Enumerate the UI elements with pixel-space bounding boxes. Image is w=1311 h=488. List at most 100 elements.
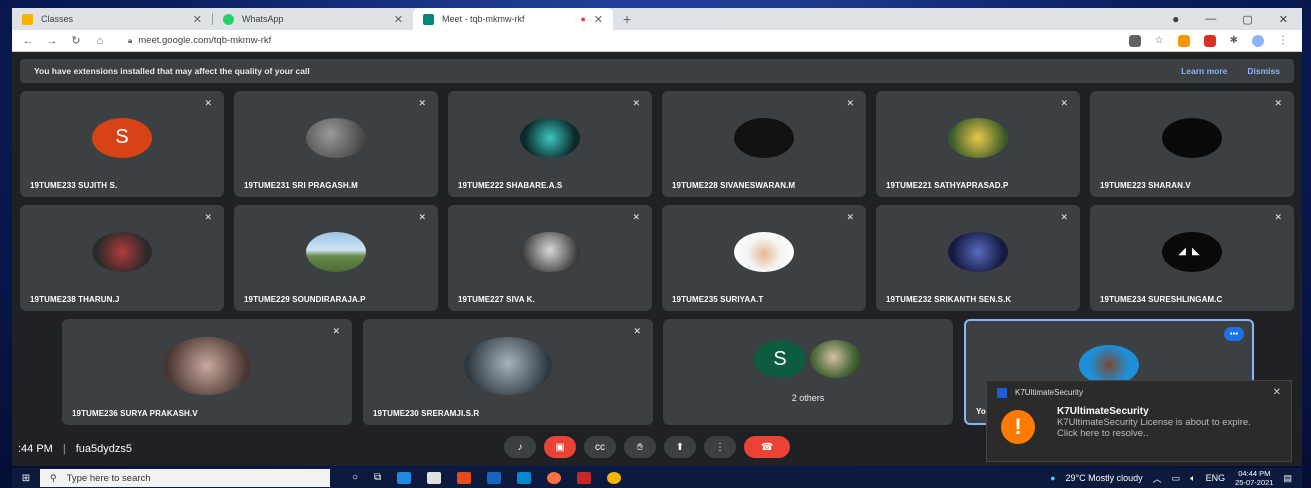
classes-favicon-icon	[22, 13, 33, 25]
camera-off-icon: ▣	[555, 441, 565, 453]
new-tab-button[interactable]: +	[613, 11, 641, 27]
mic-off-icon: ✕	[1274, 98, 1282, 108]
mail-icon[interactable]	[517, 472, 532, 484]
windows-start-icon[interactable]: ⊞	[12, 473, 40, 484]
extension-icon[interactable]	[1203, 34, 1216, 47]
cortana-icon[interactable]: ○	[352, 472, 358, 484]
firefox-icon[interactable]	[547, 472, 562, 484]
participant-tile[interactable]: ✕ S 19TUME233 SUJITH S.	[20, 91, 224, 197]
tab-label: Meet - tqb-mkmw-rkf	[442, 14, 525, 24]
self-label: Yo	[976, 407, 986, 416]
captions-button[interactable]: cc	[584, 436, 616, 458]
mic-off-icon: ✕	[633, 326, 641, 336]
chrome-icon[interactable]	[607, 472, 622, 484]
extensions-banner: You have extensions installed that may a…	[20, 59, 1294, 83]
close-icon[interactable]: ✕	[594, 13, 603, 26]
participant-tile[interactable]: ✕ 19TUME223 SHARAN.V	[1090, 91, 1294, 197]
avatar-initial: S	[115, 126, 129, 149]
avatar	[464, 336, 552, 395]
participant-name: 19TUME231 SRI PRAGASH.M	[244, 181, 358, 190]
volume-icon[interactable]: 🔈︎	[1190, 473, 1195, 484]
chevron-up-icon[interactable]: ︿	[1153, 472, 1162, 485]
clock[interactable]: 04:44 PM 25-07-2021	[1235, 469, 1273, 487]
avatar	[948, 231, 1008, 272]
task-view-icon[interactable]: ⧉	[374, 472, 381, 484]
mic-off-icon: ✕	[846, 212, 854, 222]
forward-icon[interactable]: →	[40, 35, 64, 47]
dismiss-link[interactable]: Dismiss	[1247, 66, 1280, 76]
close-icon[interactable]: ✕	[1273, 387, 1281, 398]
mic-off-icon: ✕	[418, 212, 426, 222]
puzzle-icon[interactable]: ✱	[1230, 35, 1238, 47]
app-icon[interactable]	[577, 472, 592, 484]
help-icon[interactable]: ●	[1050, 473, 1055, 483]
tab-whatsapp[interactable]: WhatsApp ✕	[213, 8, 413, 30]
media-control-icon[interactable]: ●	[1172, 12, 1179, 26]
menu-icon[interactable]: ⋮	[1278, 35, 1288, 47]
participant-tile[interactable]: ✕ 19TUME235 SURIYAA.T	[662, 205, 866, 311]
avatar: ◢◣	[1162, 231, 1222, 272]
camera-off-button[interactable]: ▣	[544, 436, 576, 458]
more-options-button[interactable]: ⋮	[704, 436, 736, 458]
app-icon[interactable]	[487, 472, 502, 484]
participant-tile[interactable]: ✕ 19TUME230 SRERAMJI.S.R	[363, 319, 653, 425]
minimize-icon[interactable]: —	[1205, 13, 1216, 25]
close-window-icon[interactable]: ✕	[1279, 13, 1288, 26]
notification-action[interactable]: Click here to resolve..	[1057, 428, 1251, 439]
participant-name: 19TUME234 SURESHLINGAM.C	[1100, 295, 1223, 304]
mic-off-icon: ✕	[418, 98, 426, 108]
participant-tile[interactable]: ✕ 19TUME229 SOUNDIRARAJA.P	[234, 205, 438, 311]
mic-off-icon: ✕	[204, 98, 212, 108]
raise-hand-button[interactable]: ✋︎	[624, 436, 656, 458]
weather-text[interactable]: 29°C Mostly cloudy	[1066, 473, 1143, 483]
participant-name: 19TUME221 SATHYAPRASAD.P	[886, 181, 1009, 190]
avatar: S	[92, 117, 152, 158]
edge-icon[interactable]	[397, 472, 412, 484]
app-icon[interactable]	[457, 472, 472, 484]
participant-tile[interactable]: ✕ 19TUME231 SRI PRAGASH.M	[234, 91, 438, 197]
participant-tile[interactable]: ✕ ◢◣ 19TUME234 SURESHLINGAM.C	[1090, 205, 1294, 311]
notification-center-icon[interactable]: ▤	[1283, 473, 1292, 484]
others-tile[interactable]: S 2 others	[663, 319, 953, 425]
search-placeholder: Type here to search	[66, 472, 151, 484]
taskbar-search[interactable]: ⚲ Type here to search	[40, 469, 330, 487]
profile-avatar[interactable]	[1252, 34, 1264, 47]
mic-button[interactable]: ♪	[504, 436, 536, 458]
battery-icon[interactable]: ▭	[1172, 473, 1181, 484]
url-text: meet.google.com/tqb-mkmw-rkf	[138, 35, 272, 46]
participant-tile[interactable]: ✕ 19TUME227 SIVA K.	[448, 205, 652, 311]
participant-tile[interactable]: ✕ 19TUME238 THARUN.J	[20, 205, 224, 311]
close-icon[interactable]: ✕	[193, 13, 202, 26]
language[interactable]: ENG	[1206, 473, 1226, 483]
home-icon[interactable]: ⌂	[88, 35, 112, 47]
banner-message: You have extensions installed that may a…	[34, 66, 310, 76]
present-icon: ⬆	[675, 441, 685, 453]
tab-meet[interactable]: Meet - tqb-mkmw-rkf ● ✕	[413, 8, 613, 30]
star-icon[interactable]: ☆	[1155, 35, 1164, 47]
store-icon[interactable]	[427, 472, 442, 484]
leave-call-button[interactable]: ☎	[744, 436, 790, 458]
participant-tile[interactable]: ✕ 19TUME228 SIVANESWARAN.M	[662, 91, 866, 197]
maximize-icon[interactable]: ▢	[1242, 13, 1252, 26]
participant-tile[interactable]: ✕ 19TUME221 SATHYAPRASAD.P	[876, 91, 1080, 197]
participant-name: 19TUME227 SIVA K.	[458, 295, 535, 304]
mask-eyes-icon: ◢◣	[1178, 246, 1206, 258]
camera-icon[interactable]	[1128, 34, 1141, 47]
present-button[interactable]: ⬆	[664, 436, 696, 458]
back-icon[interactable]: ←	[16, 35, 40, 47]
avatar	[1079, 345, 1139, 385]
url-field[interactable]: 🔒︎ meet.google.com/tqb-mkmw-rkf	[128, 35, 271, 46]
close-icon[interactable]: ✕	[394, 13, 403, 26]
participant-tile[interactable]: ✕ 19TUME236 SURYA PRAKASH.V	[62, 319, 352, 425]
more-icon: ⋮	[715, 441, 725, 453]
extension-icon[interactable]	[1177, 34, 1190, 47]
participant-tile[interactable]: ✕ 19TUME222 SHABARE.A.S	[448, 91, 652, 197]
learn-more-link[interactable]: Learn more	[1181, 66, 1227, 76]
k7-notification[interactable]: K7UltimateSecurity ✕ ! K7UltimateSecurit…	[986, 380, 1292, 462]
notification-title: K7UltimateSecurity	[1057, 406, 1149, 417]
tab-classes[interactable]: Classes ✕	[12, 8, 212, 30]
address-bar: ← → ↻ ⌂ 🔒︎ meet.google.com/tqb-mkmw-rkf …	[12, 30, 1302, 52]
meeting-code: fua5dydzs5	[75, 443, 132, 455]
participant-tile[interactable]: ✕ 19TUME232 SRIKANTH SEN.S.K	[876, 205, 1080, 311]
reload-icon[interactable]: ↻	[64, 34, 88, 47]
